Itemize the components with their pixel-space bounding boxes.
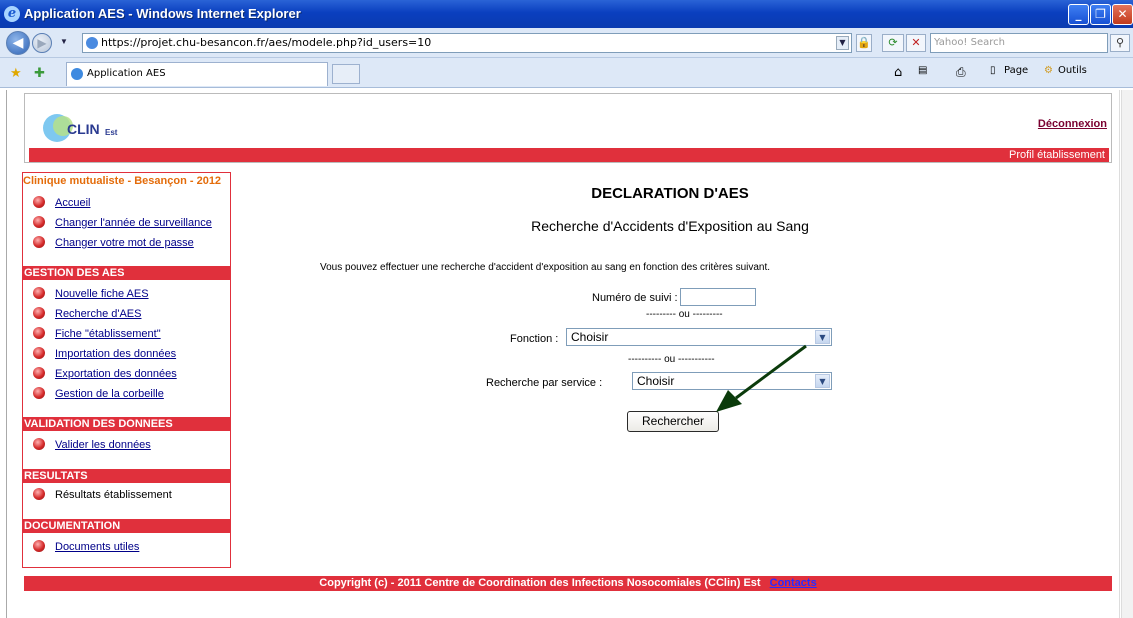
tools-menu[interactable]: Outils: [1058, 65, 1087, 76]
bullet-icon: [33, 347, 45, 359]
sidebar-item-label[interactable]: Valider les données: [55, 439, 151, 451]
intro-text: Vous pouvez effectuer une recherche d'ac…: [320, 262, 771, 273]
profile-bar: Profil établissement: [29, 148, 1109, 162]
suivi-label: Numéro de suivi :: [592, 292, 678, 304]
address-toolbar: ◀ ▶ ▼ https://projet.chu-besancon.fr/aes…: [0, 28, 1133, 58]
bullet-icon: [33, 540, 45, 552]
print-icon[interactable]: ⎙: [956, 65, 966, 80]
logo-text: CLIN: [67, 121, 100, 137]
forward-button[interactable]: ▶: [32, 33, 52, 53]
back-button[interactable]: ◀: [6, 31, 30, 55]
minimize-icon[interactable]: _: [1068, 4, 1089, 25]
logout-link[interactable]: Déconnexion: [1038, 118, 1107, 130]
profile-label: Profil établissement: [1009, 149, 1105, 161]
bullet-icon: [33, 287, 45, 299]
recent-pages-dropdown-icon[interactable]: ▼: [60, 37, 68, 46]
tools-gear-icon[interactable]: ⚙: [1044, 65, 1053, 76]
establishment-name: Clinique mutualiste - Besançon - 2012: [23, 175, 222, 187]
bullet-icon: [33, 488, 45, 500]
section-gestion-aes: GESTION DES AES: [23, 266, 230, 280]
tab-page-icon: [71, 68, 83, 80]
sidebar-item-label[interactable]: Accueil: [55, 197, 90, 209]
restore-icon[interactable]: ❐: [1090, 4, 1111, 25]
sidebar-item-label[interactable]: Documents utiles: [55, 541, 139, 553]
sidebar-item-label[interactable]: Nouvelle fiche AES: [55, 288, 149, 300]
bullet-icon: [33, 216, 45, 228]
section-validation: VALIDATION DES DONNEES: [23, 417, 230, 431]
fonction-selected-value: Choisir: [571, 330, 609, 344]
sidebar-item-label[interactable]: Importation des données: [55, 348, 176, 360]
page-title: DECLARATION D'AES: [591, 185, 749, 202]
window-title-bar[interactable]: e Application AES - Windows Internet Exp…: [0, 0, 1133, 28]
home-icon[interactable]: ⌂: [894, 65, 902, 80]
sidebar-item-label[interactable]: Recherche d'AES: [55, 308, 141, 320]
add-favorites-icon[interactable]: ✚: [34, 65, 45, 81]
vertical-scrollbar[interactable]: [1121, 90, 1133, 618]
section-documentation: DOCUMENTATION: [23, 519, 230, 533]
sidebar-item-label[interactable]: Changer votre mot de passe: [55, 237, 194, 249]
service-selected-value: Choisir: [637, 374, 675, 388]
close-icon[interactable]: ✕: [1112, 4, 1133, 25]
service-label: Recherche par service :: [486, 377, 603, 389]
search-icon[interactable]: ⚲: [1110, 34, 1130, 52]
fonction-select[interactable]: Choisir ▼: [566, 328, 832, 346]
chevron-down-icon[interactable]: ▼: [815, 330, 830, 344]
page-menu-icon[interactable]: ▯: [990, 65, 996, 76]
copyright-text: Copyright (c) - 2011 Centre de Coordinat…: [319, 577, 761, 589]
tab-application-aes[interactable]: Application AES: [66, 62, 328, 86]
cclin-logo: CLIN Est: [43, 114, 118, 142]
service-select[interactable]: Choisir ▼: [632, 372, 832, 390]
search-button[interactable]: Rechercher: [627, 411, 719, 432]
lock-icon[interactable]: 🔒: [856, 34, 872, 52]
tab-label: Application AES: [87, 68, 166, 79]
address-dropdown-icon[interactable]: ▼: [836, 36, 849, 50]
bullet-icon: [33, 307, 45, 319]
sidebar-item-label[interactable]: Résultats établissement: [55, 489, 172, 501]
sidebar: Clinique mutualiste - Besançon - 2012 Ac…: [22, 172, 231, 568]
site-header: CLIN Est Déconnexion Profil établissemen…: [24, 93, 1112, 163]
window-title: Application AES - Windows Internet Explo…: [24, 6, 301, 21]
internet-explorer-icon: e: [4, 6, 20, 22]
page-subtitle: Recherche d'Accidents d'Exposition au Sa…: [531, 218, 809, 234]
section-resultats: RESULTATS: [23, 469, 230, 483]
bullet-icon: [33, 387, 45, 399]
tabs-toolbar: ★ ✚ Application AES ⌂ ▤ ⎙ ▯ Page ⚙ Outil…: [0, 58, 1133, 88]
stop-icon[interactable]: ✕: [906, 34, 926, 52]
bullet-icon: [33, 327, 45, 339]
chevron-down-icon[interactable]: ▼: [815, 374, 830, 388]
suivi-input[interactable]: [680, 288, 756, 306]
feeds-icon[interactable]: ▤: [918, 65, 927, 76]
new-tab-button[interactable]: [332, 64, 360, 84]
bullet-icon: [33, 438, 45, 450]
bullet-icon: [33, 196, 45, 208]
sidebar-item-label[interactable]: Gestion de la corbeille: [55, 388, 164, 400]
fonction-label: Fonction :: [510, 333, 559, 345]
bullet-icon: [33, 367, 45, 379]
sidebar-item-label[interactable]: Fiche "établissement": [55, 328, 161, 340]
bullet-icon: [33, 236, 45, 248]
page-icon: [86, 37, 98, 49]
separator-ou-1: --------- ou ---------: [646, 309, 723, 320]
contacts-link[interactable]: Contacts: [770, 577, 817, 589]
refresh-icon[interactable]: ⟳: [882, 34, 904, 52]
footer: Copyright (c) - 2011 Centre de Coordinat…: [24, 576, 1112, 591]
url-text: https://projet.chu-besancon.fr/aes/model…: [101, 36, 432, 49]
separator-ou-2: ---------- ou -----------: [628, 354, 715, 365]
page-menu[interactable]: Page: [1004, 65, 1028, 76]
logo-suffix: Est: [105, 128, 118, 137]
favorites-star-icon[interactable]: ★: [10, 65, 22, 81]
search-input[interactable]: Yahoo! Search: [930, 33, 1108, 53]
sidebar-item-label[interactable]: Exportation des données: [55, 368, 177, 380]
sidebar-item-label[interactable]: Changer l'année de surveillance: [55, 217, 212, 229]
address-bar[interactable]: https://projet.chu-besancon.fr/aes/model…: [82, 33, 852, 53]
